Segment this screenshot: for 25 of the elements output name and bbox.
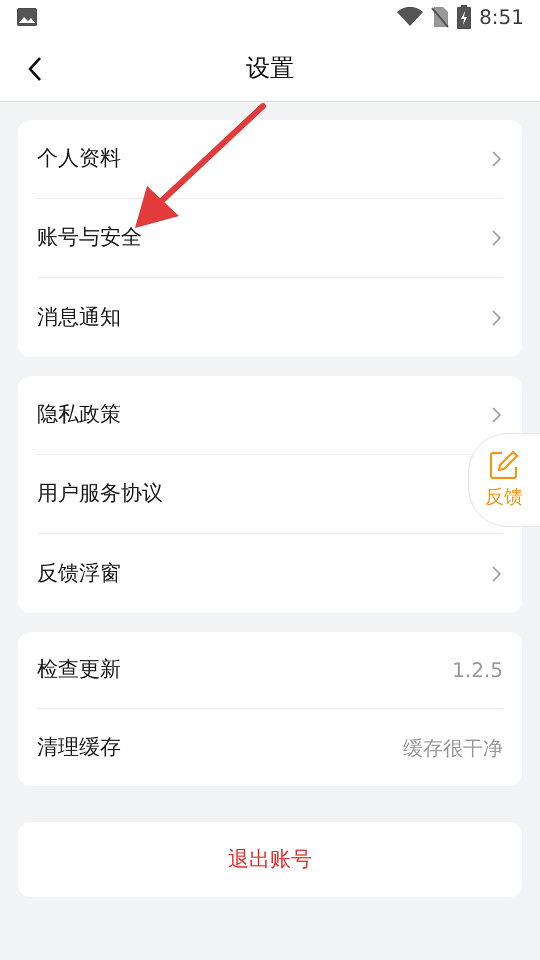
feedback-float-button[interactable]: 反馈 (468, 433, 540, 527)
setting-label: 隐私政策 (37, 401, 121, 428)
battery-icon (457, 5, 472, 29)
setting-value: 缓存很干净 (403, 734, 503, 762)
setting-label: 检查更新 (37, 656, 121, 684)
chevron-right-icon (491, 229, 503, 247)
page-title: 设置 (246, 52, 294, 84)
setting-label: 反馈浮窗 (37, 560, 121, 587)
logout-button[interactable]: 退出账号 (18, 822, 522, 897)
setting-label: 清理缓存 (37, 734, 121, 761)
wifi-icon (397, 7, 424, 27)
status-time: 8:51 (479, 4, 524, 31)
setting-value: 1.2.5 (452, 657, 503, 684)
setting-label: 消息通知 (37, 304, 121, 331)
chevron-right-icon (491, 406, 503, 424)
no-sim-icon (431, 6, 450, 28)
edit-icon (488, 448, 520, 481)
setting-label: 用户服务协议 (37, 480, 163, 508)
chevron-right-icon (491, 564, 503, 582)
setting-label: 账号与安全 (37, 224, 142, 252)
image-icon (16, 7, 38, 27)
chevron-right-icon (491, 150, 503, 168)
chevron-right-icon (491, 308, 503, 326)
back-icon (27, 56, 43, 82)
setting-label: 个人资料 (37, 145, 121, 172)
